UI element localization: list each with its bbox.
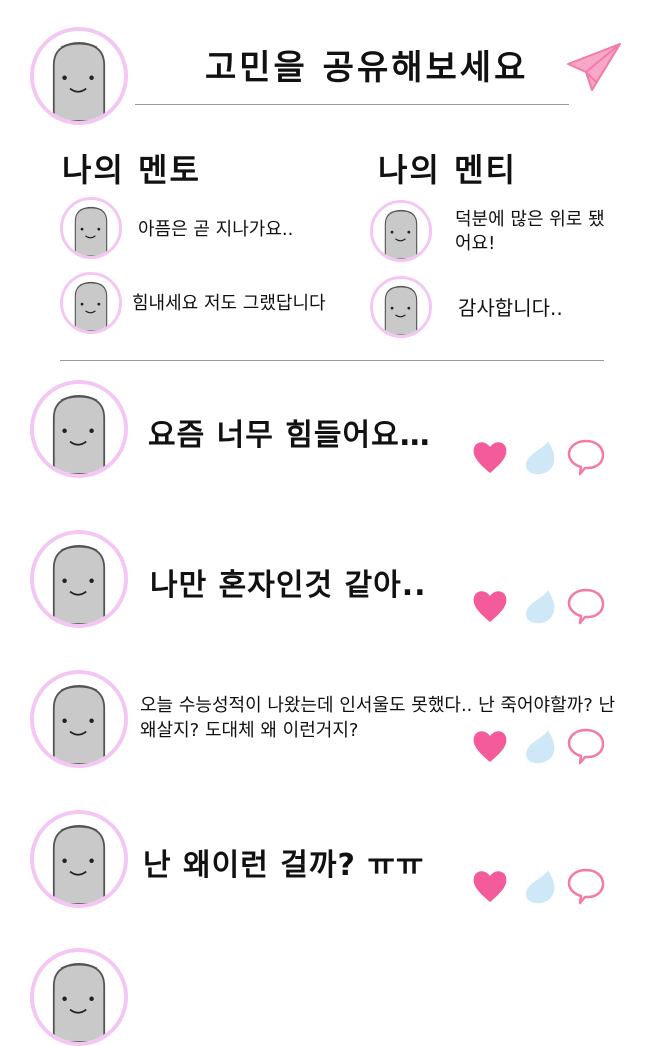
avatar-face-icon (63, 275, 119, 331)
heart-icon[interactable] (470, 865, 510, 907)
mentee-message[interactable]: 감사합니다.. (458, 296, 563, 320)
post-actions (470, 436, 610, 484)
speech-bubble-icon[interactable] (566, 436, 606, 478)
mentee-message[interactable]: 덕분에 많은 위로 됐어요! (455, 208, 615, 256)
header-divider (135, 104, 569, 105)
post-text[interactable]: 난 왜이런 걸까? ㅠㅠ (143, 840, 425, 884)
post-text[interactable]: 나만 혼자인것 같아.. (150, 560, 426, 604)
heart-icon[interactable] (470, 436, 510, 478)
tear-drop-icon[interactable] (520, 585, 560, 627)
avatar-face-icon (63, 200, 119, 256)
paper-plane-icon[interactable] (566, 42, 622, 92)
tear-drop-icon[interactable] (520, 865, 560, 907)
avatar-face-icon (34, 31, 124, 121)
tear-drop-icon[interactable] (520, 436, 560, 478)
post-avatar[interactable] (30, 530, 128, 628)
post-avatar[interactable] (30, 670, 128, 768)
user-avatar[interactable] (30, 27, 128, 125)
avatar-face-icon (373, 279, 429, 335)
page-title: 고민을 공유해보세요 (205, 48, 529, 88)
avatar-face-icon (373, 203, 429, 259)
mentor-heading: 나의 멘토 (62, 151, 201, 189)
post-actions (470, 865, 610, 913)
avatar-face-icon (34, 534, 124, 624)
heart-icon[interactable] (470, 725, 510, 767)
speech-bubble-icon[interactable] (566, 725, 606, 767)
post-actions (470, 725, 610, 773)
speech-bubble-icon[interactable] (566, 865, 606, 907)
post-avatar[interactable] (30, 380, 128, 478)
tear-drop-icon[interactable] (520, 725, 560, 767)
mentee-heading: 나의 멘티 (378, 151, 517, 189)
avatar-face-icon (34, 952, 124, 1042)
heart-icon[interactable] (470, 585, 510, 627)
speech-bubble-icon[interactable] (566, 585, 606, 627)
mentor-message[interactable]: 힘내세요 저도 그랬답니다 (132, 292, 326, 316)
post-avatar[interactable] (30, 948, 128, 1046)
post-text[interactable]: 요즘 너무 힘들어요… (148, 410, 431, 454)
avatar-face-icon (34, 674, 124, 764)
avatar-face-icon (34, 384, 124, 474)
mentor-avatar[interactable] (60, 197, 122, 259)
mentee-avatar[interactable] (370, 200, 432, 262)
mentor-avatar[interactable] (60, 272, 122, 334)
avatar-face-icon (34, 814, 124, 904)
post-actions (470, 585, 610, 633)
post-avatar[interactable] (30, 810, 128, 908)
mentor-message[interactable]: 아픔은 곧 지나가요.. (138, 218, 293, 242)
section-divider (60, 360, 604, 361)
mentee-avatar[interactable] (370, 276, 432, 338)
